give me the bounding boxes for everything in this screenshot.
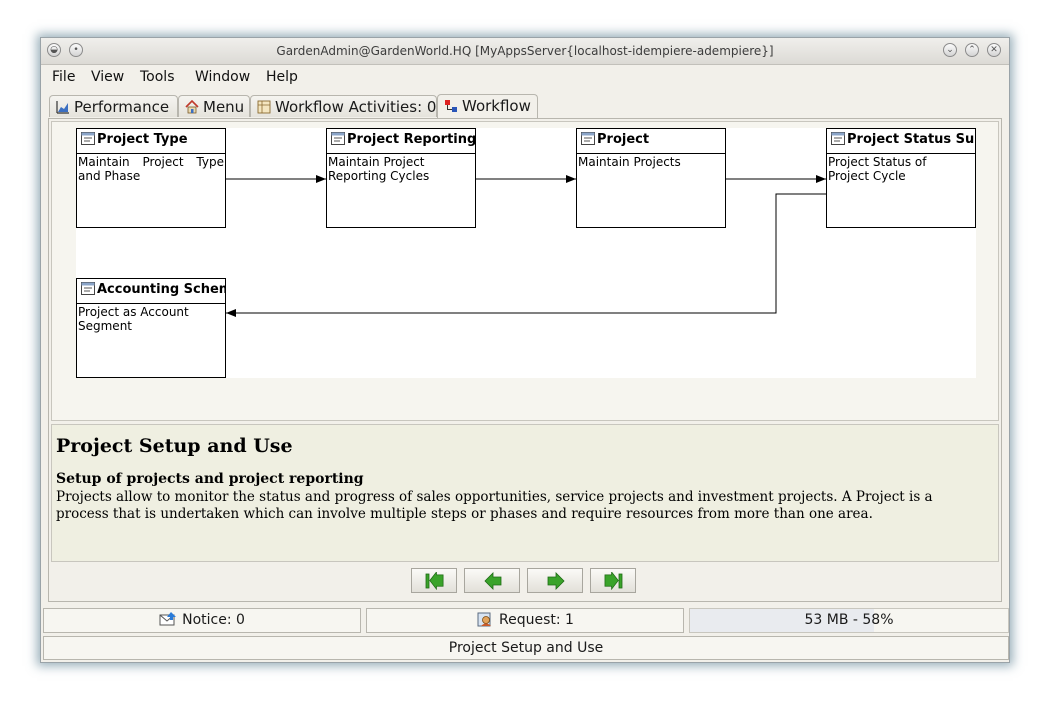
tab-label: Performance: [74, 98, 170, 116]
notice-button[interactable]: Notice: 0: [43, 608, 361, 633]
node-description: Maintain Project Reporting Cycles: [328, 155, 430, 183]
window-title: GardenAdmin@GardenWorld.HQ [MyAppsServer…: [276, 44, 774, 58]
workflow-help-panel: Project Setup and Use Setup of projects …: [51, 424, 999, 562]
window-node-icon: [581, 132, 595, 145]
menu-bar: File View Tools Window Help: [41, 65, 1009, 89]
title-bar[interactable]: ◒ • GardenAdmin@GardenWorld.HQ [MyAppsSe…: [41, 38, 1009, 65]
node-description: Project Status of Project Cycle: [828, 155, 927, 183]
node-title: Accounting Schema: [97, 282, 225, 297]
chart-icon: [56, 101, 69, 114]
node-project-type[interactable]: Project Type Maintain Project Type and P…: [76, 128, 226, 228]
request-button[interactable]: Request: 1: [366, 608, 684, 633]
workflow-diagram-area: Project Type Maintain Project Type and P…: [51, 121, 999, 421]
close-icon[interactable]: ✕: [987, 43, 1001, 57]
first-icon: [425, 572, 444, 590]
connector-status-to-accounting: [226, 193, 826, 317]
status-bar: Notice: 0 Request: 1 53 MB - 58%: [43, 608, 1009, 634]
workflow-canvas: Project Type Maintain Project Type and P…: [76, 128, 976, 378]
tab-performance[interactable]: Performance: [49, 95, 178, 117]
notice-icon: [159, 612, 177, 626]
app-window: ◒ • GardenAdmin@GardenWorld.HQ [MyAppsSe…: [40, 37, 1010, 663]
minimize-icon[interactable]: ⌄: [943, 43, 957, 57]
node-title: Project: [597, 132, 650, 147]
window-node-icon: [331, 132, 345, 145]
memory-indicator[interactable]: 53 MB - 58%: [689, 608, 1009, 633]
tab-workflow[interactable]: Workflow: [437, 94, 538, 118]
tab-label: Workflow Activities: 0: [275, 98, 437, 116]
request-icon: [477, 612, 492, 627]
menu-window[interactable]: Window: [195, 69, 250, 85]
last-button[interactable]: [590, 568, 636, 593]
tab-workflow-activities[interactable]: Workflow Activities: 0: [250, 95, 437, 117]
request-count: Request: 1: [499, 612, 574, 628]
workflow-navigation: [49, 565, 1001, 597]
window-node-icon: [81, 132, 95, 145]
window-node-icon: [81, 282, 95, 295]
node-description: Maintain Project Type and Phase: [78, 155, 224, 183]
node-project-status-summary[interactable]: Project Status Summary Project Status of…: [826, 128, 976, 228]
memory-text: 53 MB - 58%: [804, 612, 894, 628]
status-footer: Project Setup and Use: [43, 636, 1009, 660]
previous-button[interactable]: [464, 568, 520, 593]
help-title: Project Setup and Use: [56, 435, 293, 457]
help-body: Projects allow to monitor the status and…: [56, 489, 933, 522]
notice-count: Notice: 0: [182, 612, 245, 628]
node-accounting-schema[interactable]: Accounting Schema Project as Account Seg…: [76, 278, 226, 378]
tab-bar: Performance Menu Workflow Activities: 0 …: [49, 94, 1009, 118]
menu-tools[interactable]: Tools: [140, 69, 175, 85]
last-icon: [604, 572, 623, 590]
activities-icon: [257, 100, 271, 114]
maximize-icon[interactable]: ⌃: [965, 43, 979, 57]
previous-icon: [484, 572, 502, 590]
menu-help[interactable]: Help: [266, 69, 298, 85]
help-subtitle: Setup of projects and project reporting: [56, 471, 364, 487]
node-project[interactable]: Project Maintain Projects: [576, 128, 726, 228]
workflow-panel: Project Type Maintain Project Type and P…: [48, 118, 1002, 602]
node-title: Project Type: [97, 132, 188, 147]
window-node-icon: [831, 132, 845, 145]
workflow-icon: [445, 100, 457, 112]
home-icon: [185, 100, 199, 114]
next-button[interactable]: [527, 568, 583, 593]
node-description: Project as Account Segment: [78, 305, 189, 333]
node-project-reporting[interactable]: Project Reporting Maintain Project Repor…: [326, 128, 476, 228]
node-title: Project Reporting: [347, 132, 476, 147]
menu-file[interactable]: File: [52, 69, 75, 85]
next-icon: [547, 572, 565, 590]
first-button[interactable]: [411, 568, 457, 593]
node-title: Project Status Summary: [847, 132, 975, 147]
menu-view[interactable]: View: [91, 69, 124, 85]
tab-label: Menu: [203, 98, 245, 116]
node-description: Maintain Projects: [578, 155, 681, 169]
tab-label: Workflow: [462, 97, 531, 115]
tab-menu[interactable]: Menu: [178, 95, 250, 117]
